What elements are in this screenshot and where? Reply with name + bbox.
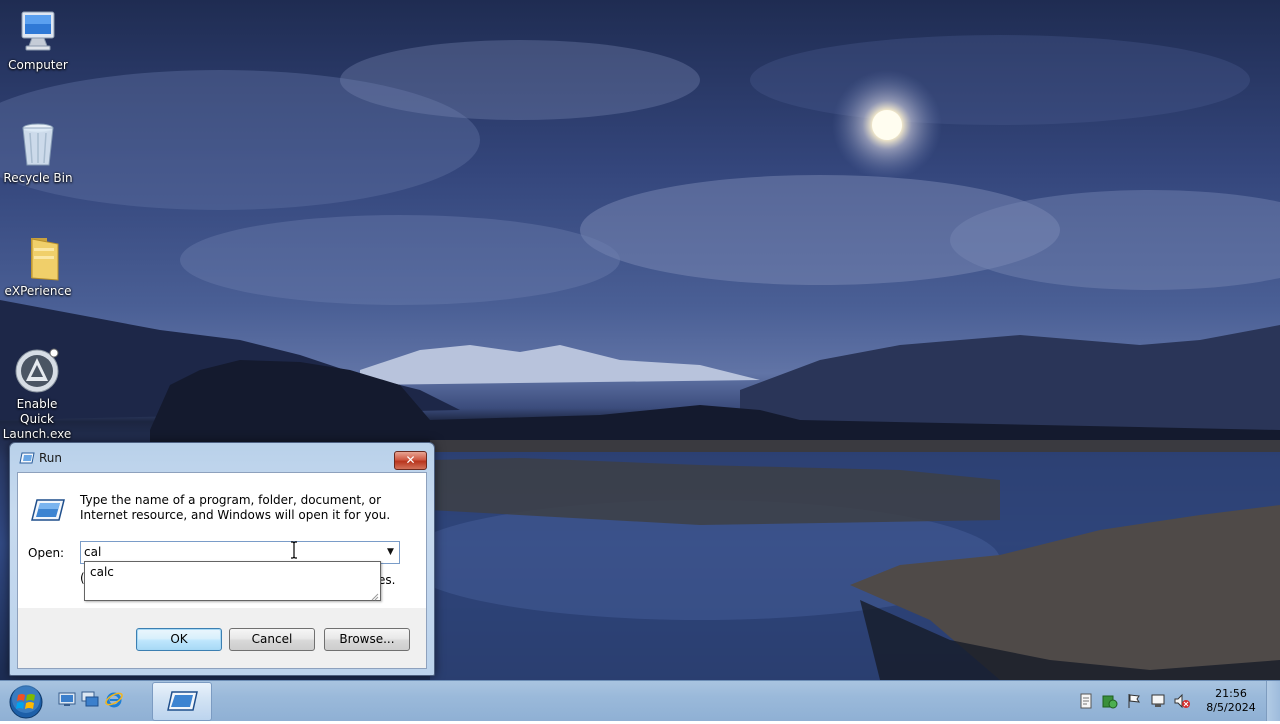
- clock-date: 8/5/2024: [1206, 701, 1256, 714]
- app-exe-icon: [13, 347, 61, 395]
- dialog-body: Type the name of a program, folder, docu…: [17, 472, 427, 609]
- desktop-icon-label: Enable Quick Launch.exe: [2, 397, 72, 441]
- security-icon[interactable]: [1102, 693, 1118, 709]
- internet-explorer-icon[interactable]: [105, 690, 123, 708]
- taskbar: 21:56 8/5/2024: [0, 680, 1280, 721]
- open-label: Open:: [28, 546, 65, 560]
- folder-icon: [14, 234, 62, 282]
- recycle-bin-icon: [14, 121, 62, 169]
- title-bar[interactable]: Run ✕: [10, 443, 434, 471]
- start-button[interactable]: [6, 683, 46, 721]
- desktop-icon-label: Computer: [8, 58, 68, 72]
- desktop-icon-computer[interactable]: Computer: [0, 8, 76, 73]
- clock-time: 21:56: [1215, 687, 1247, 700]
- volume-muted-icon[interactable]: [1174, 693, 1190, 709]
- run-program-icon: [30, 498, 66, 522]
- computer-icon: [14, 8, 62, 56]
- ibeam-cursor-icon: [290, 541, 298, 559]
- desktop-icon-label: Recycle Bin: [3, 171, 73, 185]
- taskbar-clock[interactable]: 21:56 8/5/2024: [1196, 687, 1266, 715]
- autocomplete-dropdown[interactable]: calc: [84, 561, 381, 601]
- show-desktop-icon[interactable]: [58, 690, 76, 708]
- action-center-icon[interactable]: [1078, 693, 1094, 709]
- browse-button[interactable]: Browse...: [324, 628, 410, 651]
- desktop-icon-label: eXPerience: [4, 284, 72, 298]
- show-desktop-button[interactable]: [1266, 681, 1280, 721]
- switch-windows-icon[interactable]: [81, 690, 99, 708]
- dialog-description: Type the name of a program, folder, docu…: [80, 493, 391, 522]
- window-title: Run: [39, 451, 63, 465]
- desktop-icon-recycle-bin[interactable]: Recycle Bin: [0, 121, 76, 186]
- network-icon[interactable]: [1150, 693, 1166, 709]
- run-icon: [19, 452, 35, 464]
- autocomplete-item[interactable]: calc: [90, 565, 114, 579]
- resize-grip-icon[interactable]: [370, 590, 379, 601]
- ok-button[interactable]: OK: [136, 628, 222, 651]
- desktop-icon-experience[interactable]: eXPerience: [0, 234, 76, 299]
- run-dialog[interactable]: Run ✕ Type the name of a program, folder…: [9, 442, 435, 676]
- dropdown-arrow-icon[interactable]: ▼: [382, 542, 399, 563]
- dialog-button-bar: OK Cancel Browse...: [17, 608, 427, 669]
- cancel-button[interactable]: Cancel: [229, 628, 315, 651]
- flag-icon[interactable]: [1126, 693, 1142, 709]
- close-button[interactable]: ✕: [394, 451, 427, 470]
- taskbar-item-run[interactable]: [152, 682, 212, 721]
- desktop-icon-enable-quick-launch[interactable]: Enable Quick Launch.exe: [0, 347, 75, 442]
- open-input[interactable]: [84, 543, 374, 561]
